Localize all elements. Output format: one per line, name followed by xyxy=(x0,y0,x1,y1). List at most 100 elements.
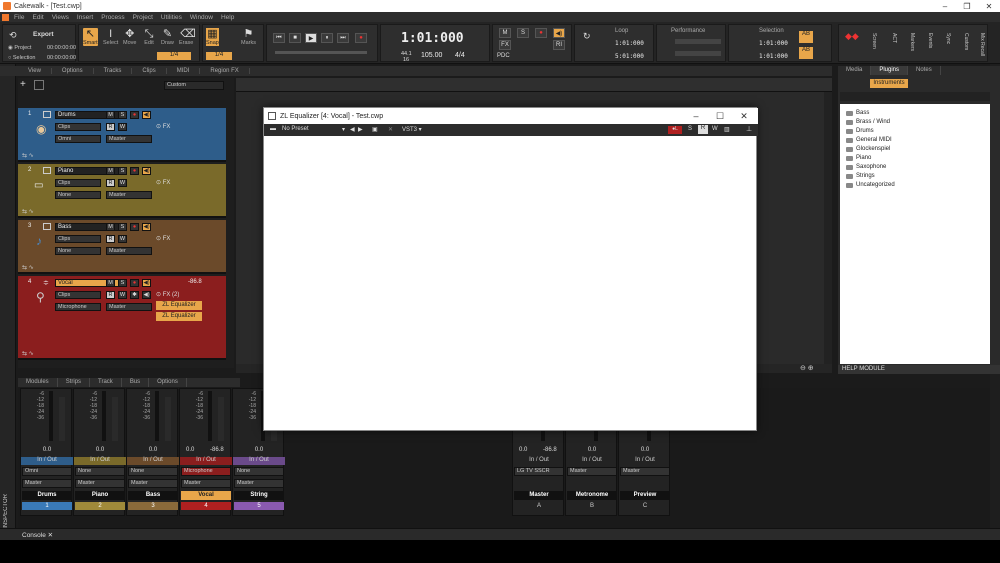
plugin-maximize-icon[interactable]: ☐ xyxy=(708,108,732,124)
in-out-toggle[interactable]: In / Out xyxy=(619,457,671,465)
tempo-display[interactable]: 105.00 xyxy=(421,52,442,59)
mute-button[interactable]: M xyxy=(106,111,115,119)
strip-name[interactable]: Preview xyxy=(620,491,670,500)
input-dropdown[interactable]: None xyxy=(55,247,101,255)
custom-tab[interactable]: Custom xyxy=(963,33,969,50)
act-tab[interactable]: ACT xyxy=(891,33,897,43)
read-button[interactable]: R xyxy=(106,123,115,131)
monitor-button[interactable]: ◀) xyxy=(142,223,151,231)
write-button[interactable]: W xyxy=(118,179,127,187)
input-dropdown[interactable]: Microphone xyxy=(55,303,101,311)
solo-button[interactable]: S xyxy=(118,167,127,175)
clips-vertical-scrollbar[interactable] xyxy=(824,92,832,368)
in-out-toggle[interactable]: In / Out xyxy=(74,457,126,465)
output-dropdown[interactable]: Master xyxy=(106,135,152,143)
ab-button-2[interactable]: AB xyxy=(799,47,813,59)
midi-menu[interactable]: MIDI xyxy=(167,68,201,74)
strips-menu[interactable]: Strips xyxy=(58,378,91,387)
console-options-menu[interactable]: Options xyxy=(149,378,187,387)
browser-search[interactable] xyxy=(840,92,990,101)
stop-button[interactable]: ■ xyxy=(289,33,301,43)
strip-name[interactable]: Piano xyxy=(75,491,125,500)
strip-bass[interactable]: -6 -12 -18 -24 -36 0.0 In / Out None Master … xyxy=(126,388,179,516)
play-button[interactable]: ▶ xyxy=(305,33,317,43)
track-expand-icon[interactable]: ⇆ ∿ xyxy=(22,152,34,159)
strip-input[interactable]: None xyxy=(234,467,284,476)
volume-fader[interactable] xyxy=(155,391,159,441)
arm-button[interactable]: ● xyxy=(130,167,139,175)
strip-output[interactable]: LG TV SSCR xyxy=(514,467,564,476)
view-menu[interactable]: View xyxy=(0,68,52,74)
folder-strings[interactable]: Strings xyxy=(846,173,875,179)
add-track-icon[interactable]: + xyxy=(20,80,30,90)
track-bass[interactable]: 3 Bass M S ● ◀) ♪ Clips R W None Master … xyxy=(18,220,226,274)
track-vocal[interactable]: 4 ≑ Vocal M S ● ◀) -86.8 ⚲ Clips R W ✱ ◀… xyxy=(18,276,226,360)
solo-button[interactable]: S xyxy=(118,111,127,119)
delete-preset-icon[interactable]: ✕ xyxy=(388,126,393,133)
marks-button[interactable]: ⚑ Marks xyxy=(241,28,256,46)
menu-process[interactable]: Process xyxy=(101,14,124,21)
strip-name[interactable]: Bass xyxy=(128,491,178,500)
next-preset-icon[interactable]: ▶ xyxy=(358,126,363,133)
arm-button[interactable]: ● xyxy=(130,223,139,231)
volume-fader[interactable] xyxy=(208,391,212,441)
mute-button[interactable]: M xyxy=(106,167,115,175)
record-button[interactable]: ● xyxy=(355,33,367,43)
select-tool-button[interactable]: I Select xyxy=(103,28,118,46)
loop-end[interactable]: 5:01:000 xyxy=(615,53,644,60)
track-menu[interactable]: Track xyxy=(90,378,122,387)
plugin-power-button[interactable]: ●L xyxy=(668,126,682,134)
folder-drums[interactable]: Drums xyxy=(846,128,874,134)
folder-uncategorized[interactable]: Uncategorized xyxy=(846,182,895,188)
screen-tab[interactable]: Screen xyxy=(871,33,877,49)
plugin-slot-2[interactable]: ZL Equalizer xyxy=(156,312,202,321)
tool-value-box[interactable]: 1/4 xyxy=(157,52,191,60)
strip-input[interactable]: Omni xyxy=(22,467,72,476)
preset-dropdown-icon[interactable]: ▾ xyxy=(342,126,345,133)
options-menu[interactable]: Options xyxy=(52,68,94,74)
plugin-minimize-icon[interactable]: – xyxy=(684,108,708,124)
mute-button[interactable]: M xyxy=(106,223,115,231)
draw-tool-button[interactable]: ✎ Draw xyxy=(161,28,174,46)
folder-general-midi[interactable]: General MIDI xyxy=(846,137,892,143)
in-out-toggle[interactable]: In / Out xyxy=(127,457,179,465)
console-tab[interactable]: Console ✕ xyxy=(22,531,53,539)
menu-views[interactable]: Views xyxy=(52,14,69,21)
monitor-button[interactable]: ◀) xyxy=(142,279,151,287)
plugin-write-button[interactable]: W xyxy=(712,126,718,132)
input-dropdown[interactable]: Omni xyxy=(55,135,101,143)
snap-value-box[interactable]: 1/4 xyxy=(206,52,232,60)
strip-output[interactable]: Master xyxy=(75,479,125,488)
track-expand-icon[interactable]: ⇆ ∿ xyxy=(22,350,34,357)
track-drums[interactable]: 1 Drums M S ● ◀) ◉ Clips R W Omni Master… xyxy=(18,108,226,162)
strip-vocal[interactable]: -6 -12 -18 -24 -36 0.0 -86.8 In / Out Microp… xyxy=(179,388,232,516)
strip-name[interactable]: Master xyxy=(514,491,564,500)
output-dropdown[interactable]: Master xyxy=(106,247,152,255)
fast-forward-button[interactable]: ⏭ xyxy=(337,33,349,43)
solo-button[interactable]: S xyxy=(118,279,127,287)
write-button[interactable]: W xyxy=(118,123,127,131)
preset-dropdown[interactable]: No Preset xyxy=(282,126,346,134)
strip-piano[interactable]: -6 -12 -18 -24 -36 0.0 In / Out None Master … xyxy=(73,388,126,516)
track-template-icon[interactable] xyxy=(34,80,44,90)
strip-name[interactable]: Metronome xyxy=(567,491,617,500)
strip-output[interactable]: Master xyxy=(620,467,670,476)
fx-rack[interactable]: ⊙ FX xyxy=(156,123,206,132)
screenset-icon[interactable]: ◆◆ xyxy=(845,31,859,42)
arm-button[interactable]: ● xyxy=(130,111,139,119)
phase-button[interactable]: ◀) xyxy=(142,291,151,299)
in-out-toggle[interactable]: In / Out xyxy=(566,457,618,465)
strip-output[interactable]: Master xyxy=(128,479,178,488)
track-volume[interactable]: -86.8 xyxy=(188,279,202,285)
loop-start[interactable]: 1:01:000 xyxy=(615,40,644,47)
menu-edit[interactable]: Edit xyxy=(32,14,43,21)
keyboard-icon[interactable]: ▥ xyxy=(724,126,730,133)
track-expand-icon[interactable]: ⇆ ∿ xyxy=(22,264,34,271)
output-dropdown[interactable]: Master xyxy=(106,191,152,199)
sync-tab[interactable]: Sync xyxy=(945,33,951,44)
monitor-button[interactable]: ◀) xyxy=(142,111,151,119)
pin-icon[interactable]: ⊥ xyxy=(746,125,752,133)
meter-display[interactable]: 4/4 xyxy=(455,52,465,59)
pdc-button[interactable]: PDC xyxy=(497,53,510,59)
selection-start[interactable]: 1:01:000 xyxy=(759,40,788,47)
